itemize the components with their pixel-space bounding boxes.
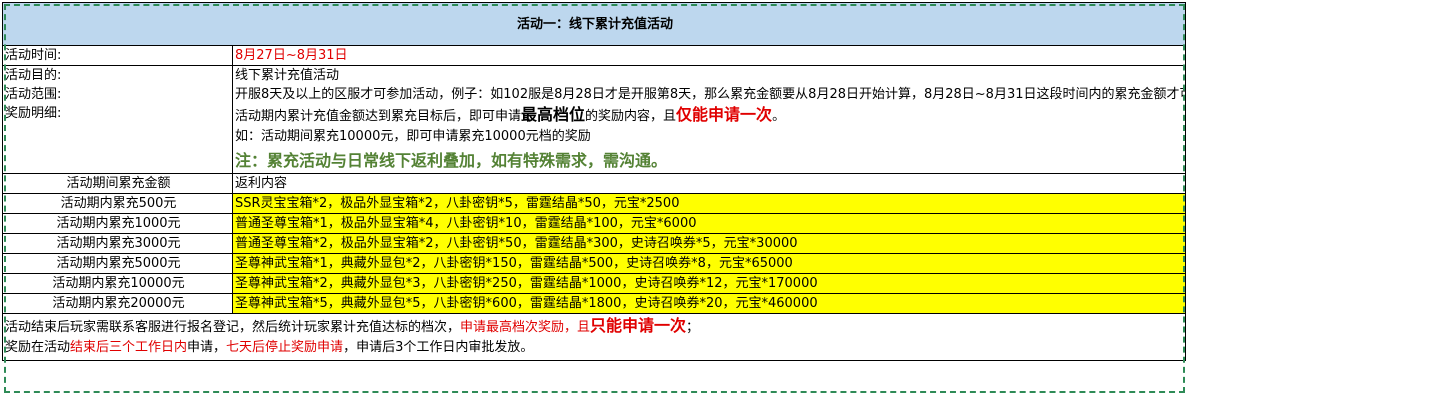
tier-label[interactable]: 活动期内累充20000元 (2, 293, 233, 314)
table-row: 活动期内累充3000元 普通圣尊宝箱*2，极品外显宝箱*2，八卦密钥*50，雷霆… (2, 233, 1187, 254)
tier-reward[interactable]: 圣尊神武宝箱*5，典藏外显包*5，八卦密钥*600，雷霆结晶*1800，史诗召唤… (231, 293, 1187, 314)
spreadsheet: 活动一：线下累计充值活动 活动时间: 8月27日~8月31日 活动目的: 活动范… (1, 2, 1187, 394)
tier-label[interactable]: 活动期内累充3000元 (2, 233, 233, 254)
details-content-cell[interactable]: 线下累计充值活动 开服8天及以上的区服才可参加活动，例子：如102服是8月28日… (231, 65, 1187, 174)
title-row: 活动一：线下累计充值活动 (1, 2, 1187, 46)
reward-detail-text: 活动期内累计充值金额达到累充目标后，即可申请最高档位的奖励内容，且仅能申请一次。 (235, 104, 1185, 126)
footer-1b: 申请最高档次奖励，且 (460, 320, 591, 335)
table-row: 活动期内累充20000元 圣尊神武宝箱*5，典藏外显包*5，八卦密钥*600，雷… (2, 293, 1187, 314)
table-header-row: 活动期间累充金额 返利内容 (2, 173, 1187, 194)
time-label[interactable]: 活动时间: (2, 45, 233, 66)
time-row: 活动时间: 8月27日~8月31日 (2, 45, 1187, 66)
tier-reward[interactable]: 圣尊神武宝箱*1，典藏外显包*2，八卦密钥*150，雷霆结晶*500，史诗召唤券… (231, 253, 1187, 274)
tier-reward[interactable]: 普通圣尊宝箱*2，极品外显宝箱*2，八卦密钥*50，雷霆结晶*300，史诗召唤券… (231, 233, 1187, 254)
detail-part-c: 的奖励内容，且 (585, 109, 677, 124)
footer-cell[interactable]: 活动结束后玩家需联系客服进行报名登记，然后统计玩家累计充值达标的档次，申请最高档… (1, 313, 1187, 361)
tier-label[interactable]: 活动期内累充10000元 (2, 273, 233, 294)
note-text: 注：累充活动与日常线下返利叠加，如有特殊需求，需沟通。 (235, 151, 668, 170)
tier-reward[interactable]: SSR灵宝宝箱*2，极品外显宝箱*2，八卦密钥*5，雷霆结晶*50，元宝*250… (231, 193, 1187, 214)
example-text: 如：活动期间累充10000元，即可申请累充10000元档的奖励 (235, 129, 591, 144)
table-row: 活动期内累充500元 SSR灵宝宝箱*2，极品外显宝箱*2，八卦密钥*5，雷霆结… (2, 193, 1187, 214)
footer-row: 活动结束后玩家需联系客服进行报名登记，然后统计玩家累计充值达标的档次，申请最高档… (1, 313, 1187, 361)
tier-reward[interactable]: 圣尊神武宝箱*2，典藏外显包*3，八卦密钥*250，雷霆结晶*1000，史诗召唤… (231, 273, 1187, 294)
activity-title[interactable]: 活动一：线下累计充值活动 (1, 2, 1187, 46)
header-reward[interactable]: 返利内容 (231, 173, 1187, 194)
scope-text: 开服8天及以上的区服才可参加活动，例子：如102服是8月28日才是开服第8天，那… (235, 87, 1186, 102)
footer-1a: 活动结束后玩家需联系客服进行报名登记，然后统计玩家累计充值达标的档次， (5, 320, 461, 335)
table-row: 活动期内累充1000元 普通圣尊宝箱*1，极品外显宝箱*4，八卦密钥*10，雷霆… (2, 213, 1187, 234)
footer-2d: 七天后停止奖励申请 (226, 340, 344, 355)
scope-label: 活动范围: (5, 87, 62, 102)
detail-only-once: 仅能申请一次 (676, 105, 773, 124)
detail-highest-tier: 最高档位 (521, 105, 586, 124)
time-value[interactable]: 8月27日~8月31日 (231, 45, 1187, 66)
details-row: 活动目的: 活动范围: 奖励明细: 线下累计充值活动 开服8天及以上的区服才可参… (2, 65, 1187, 174)
header-amount[interactable]: 活动期间累充金额 (2, 173, 233, 194)
purpose-text: 线下累计充值活动 (235, 68, 340, 83)
footer-2e: ，申请后3个工作日内审批发放。 (343, 340, 534, 355)
footer-1d: ； (686, 320, 700, 335)
activity-table: 活动一：线下累计充值活动 活动时间: 8月27日~8月31日 活动目的: 活动范… (1, 2, 1187, 361)
tier-label[interactable]: 活动期内累充1000元 (2, 213, 233, 234)
footer-2b: 结束后三个工作日内 (70, 340, 188, 355)
tier-label[interactable]: 活动期内累充500元 (2, 193, 233, 214)
footer-2c: 申请， (187, 340, 227, 355)
detail-part-a: 活动期内累计充值金额达到累充目标后，即可申请 (235, 109, 522, 124)
footer-line-1: 活动结束后玩家需联系客服进行报名登记，然后统计玩家累计充值达标的档次，申请最高档… (5, 315, 1185, 337)
reward-detail-label: 奖励明细: (5, 106, 62, 121)
table-row: 活动期内累充5000元 圣尊神武宝箱*1，典藏外显包*2，八卦密钥*150，雷霆… (2, 253, 1187, 274)
footer-1c: 只能申请一次 (590, 316, 687, 335)
tier-reward[interactable]: 普通圣尊宝箱*1，极品外显宝箱*4，八卦密钥*10，雷霆结晶*100，元宝*60… (231, 213, 1187, 234)
tier-label[interactable]: 活动期内累充5000元 (2, 253, 233, 274)
purpose-label: 活动目的: (5, 68, 62, 83)
details-labels-cell[interactable]: 活动目的: 活动范围: 奖励明细: (2, 65, 233, 174)
detail-part-e: 。 (772, 109, 786, 124)
table-row: 活动期内累充10000元 圣尊神武宝箱*2，典藏外显包*3，八卦密钥*250，雷… (2, 273, 1187, 294)
footer-line-2: 奖励在活动结束后三个工作日内申请，七天后停止奖励申请，申请后3个工作日内审批发放… (5, 337, 1185, 359)
footer-2a: 奖励在活动 (5, 340, 71, 355)
